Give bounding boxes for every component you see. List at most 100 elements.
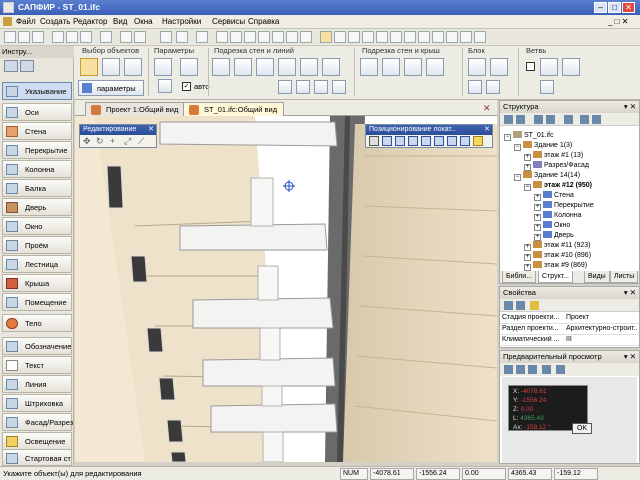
snap-icon[interactable] [176,31,188,43]
panel-controls[interactable]: ▾ ✕ [624,101,636,113]
property-row[interactable]: Раздел проекти... Архитектурно-строит... [500,324,639,335]
tool-door[interactable]: Дверь [2,198,72,216]
preview-tool-5-icon[interactable] [556,365,565,374]
tool-start-page[interactable]: Стартовая ст [2,449,72,466]
tab-views[interactable]: Виды [584,271,610,283]
branch-2-icon[interactable] [562,58,580,76]
tree-node[interactable]: + Стена [534,191,574,201]
filter-icon[interactable] [530,301,539,310]
open-file-icon[interactable] [18,31,30,43]
menu-view[interactable]: Вид [113,17,127,26]
tool-hatch[interactable]: Штриховка [2,394,72,412]
walk-icon[interactable] [418,31,430,43]
tool-roof[interactable]: Крыша [2,274,72,292]
zoom-in-icon[interactable] [334,31,346,43]
pos-6-icon[interactable] [447,136,457,146]
block-2-icon[interactable] [490,58,508,76]
tree-node[interactable]: + этаж #9 (869) [524,261,587,271]
branch-3-icon[interactable] [540,80,554,94]
trim-3-icon[interactable] [256,58,274,76]
tool-room[interactable]: Помещение [2,293,72,311]
tool-axes[interactable]: Оси [2,103,72,121]
paste-icon[interactable] [80,31,92,43]
close-button[interactable]: ✕ [622,2,635,13]
maximize-button[interactable]: □ [608,2,621,13]
undo-icon[interactable] [120,31,132,43]
trim-4-icon[interactable] [278,58,296,76]
print-icon[interactable] [460,31,472,43]
pos-1-icon[interactable] [382,136,392,146]
tree-tool-4-icon[interactable] [546,115,555,124]
menu-services[interactable]: Сервисы [212,17,245,26]
scale-icon[interactable]: ⤢ [124,136,131,147]
tools-icon[interactable] [158,79,172,93]
select-mode-icon[interactable] [320,31,332,43]
tree-node[interactable]: + этаж #11 (923) [524,241,591,251]
menu-settings[interactable]: Настройки [162,17,201,26]
close-tab-icon[interactable]: ✕ [483,103,491,114]
tool-line[interactable]: Линия [2,375,72,393]
minimize-button[interactable]: – [594,2,607,13]
params-button[interactable]: параметры [78,80,144,96]
render-icon[interactable] [286,31,298,43]
block-4-icon[interactable] [486,80,500,94]
trim-1-icon[interactable] [212,58,230,76]
tool-text[interactable]: Текст [2,356,72,374]
view-top-icon[interactable] [244,31,256,43]
tool-body[interactable]: Тело [2,314,72,332]
tool-stairs[interactable]: Лестница [2,255,72,273]
roof-trim-4-icon[interactable] [426,58,444,76]
tree-tool-2-icon[interactable] [516,115,525,124]
branch-1-icon[interactable] [540,58,558,76]
tree-tool-3-icon[interactable] [534,115,543,124]
select-poly-icon[interactable] [124,58,142,76]
zoom-out-icon[interactable] [348,31,360,43]
view-front-icon[interactable] [216,31,228,43]
select-box-icon[interactable] [102,58,120,76]
tab-st01-general[interactable]: ST_01.ifc:Общий вид [183,102,285,116]
tree-node[interactable]: + Перекрытие [534,201,594,211]
preview-tool-4-icon[interactable] [542,365,551,374]
menu-windows[interactable]: Окна [134,17,153,26]
tree-node[interactable]: − Здание 14(14) [514,171,580,181]
cut-icon[interactable] [52,31,64,43]
roof-trim-3-icon[interactable] [404,58,422,76]
tool-column[interactable]: Колонна [2,160,72,178]
branch-checkbox[interactable] [526,62,535,71]
tree-node[interactable]: − ST_01.ifc [504,131,554,141]
menu-create[interactable]: Создать [40,17,70,26]
roof-trim-1-icon[interactable] [360,58,378,76]
preview-tool-1-icon[interactable] [504,365,513,374]
pos-4-icon[interactable] [421,136,431,146]
menu-file[interactable]: Файл [16,17,36,26]
close-icon[interactable]: ✕ [484,125,490,135]
trim-9-icon[interactable] [314,80,328,94]
zoom-fit-icon[interactable] [362,31,374,43]
panel-controls[interactable]: ▾ ✕ [624,287,636,299]
tree-node[interactable]: + Колонна [534,211,582,221]
tree-tool-6-icon[interactable] [580,115,589,124]
view-3d-icon[interactable] [258,31,270,43]
tree-node-selected[interactable]: − этаж #12 (950) [524,181,592,191]
pencil-icon[interactable] [154,58,172,76]
view-side-icon[interactable] [230,31,242,43]
tree-node[interactable]: + Дверь [534,231,574,241]
ok-button[interactable]: OK [572,423,592,434]
tool-opening[interactable]: Проём [2,236,72,254]
tool-beam[interactable]: Балка [2,179,72,197]
tree-tool-7-icon[interactable] [592,115,601,124]
new-file-icon[interactable] [4,31,16,43]
property-row[interactable]: Стадия проекти... Проект [500,313,639,324]
delete-icon[interactable] [100,31,112,43]
tool-lighting[interactable]: Освещение [2,432,72,450]
tab-structure[interactable]: Структ... [538,271,573,283]
section-icon[interactable] [432,31,444,43]
select-arrow-icon[interactable] [80,58,98,76]
property-row[interactable]: Климатический ... III [500,335,639,346]
layers-icon[interactable] [196,31,208,43]
tree-node[interactable]: − Здание 1(3) [514,141,572,151]
roof-trim-2-icon[interactable] [382,58,400,76]
trim-2-icon[interactable] [234,58,252,76]
tree-node[interactable]: + этаж #1 (13) [524,151,583,161]
pos-2-icon[interactable] [395,136,405,146]
